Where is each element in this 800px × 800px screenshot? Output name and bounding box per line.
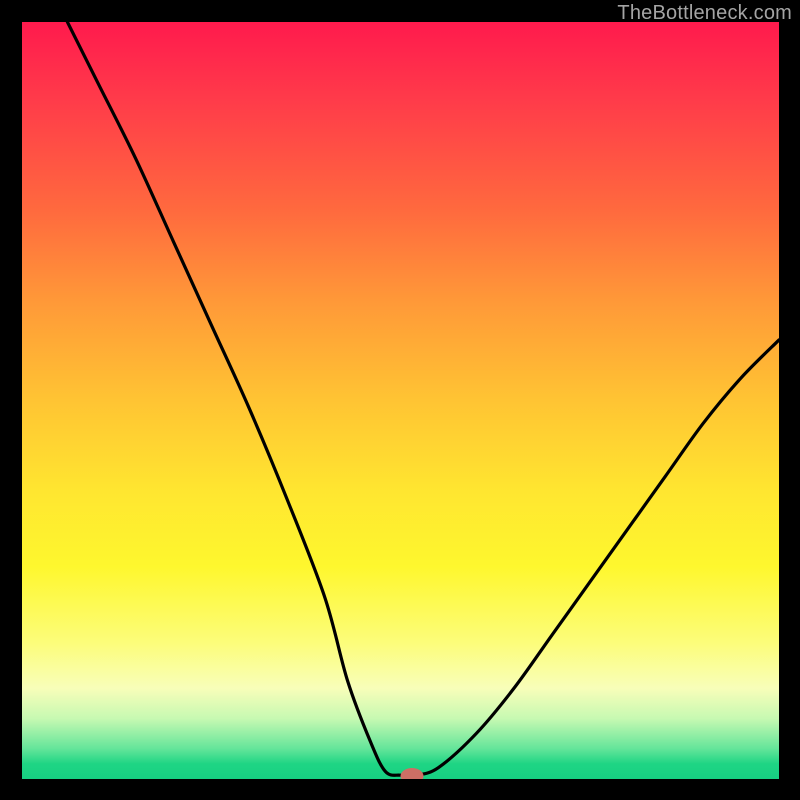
- watermark-text: TheBottleneck.com: [617, 2, 792, 25]
- plot-area: [22, 22, 779, 779]
- bottleneck-curve: [22, 22, 779, 779]
- chart-frame: TheBottleneck.com: [0, 0, 800, 800]
- optimal-point-marker: [400, 768, 423, 779]
